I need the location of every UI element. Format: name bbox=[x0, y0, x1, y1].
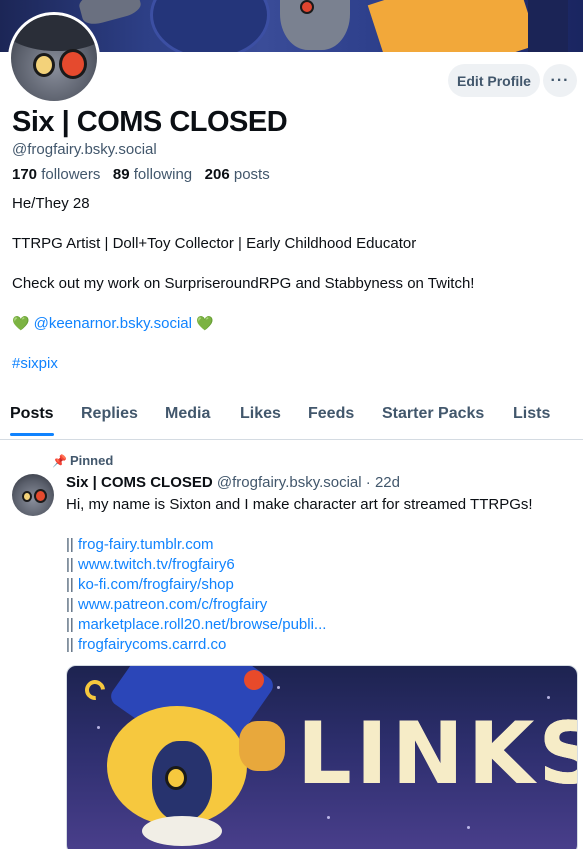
post-link-row: || marketplace.roll20.net/browse/publi..… bbox=[66, 616, 327, 633]
post-link-roll20[interactable]: marketplace.roll20.net/browse/publi... bbox=[78, 616, 326, 633]
pinned-label: 📌 Pinned bbox=[52, 453, 114, 468]
active-tab-indicator bbox=[10, 433, 54, 436]
tab-posts[interactable]: Posts bbox=[10, 405, 54, 423]
green-heart-icon: 💚 bbox=[196, 315, 214, 331]
post-link-twitch[interactable]: www.twitch.tv/frogfairy6 bbox=[78, 556, 235, 573]
post-link-kofi[interactable]: ko-fi.com/frogfairy/shop bbox=[78, 576, 234, 593]
post-link-patreon[interactable]: www.patreon.com/c/frogfairy bbox=[78, 596, 267, 613]
tab-likes[interactable]: Likes bbox=[240, 405, 281, 423]
post-timestamp[interactable]: 22d bbox=[375, 474, 400, 491]
post-image-links-banner[interactable]: LINKS bbox=[66, 665, 578, 849]
bio-line-roles: TTRPG Artist | Doll+Toy Collector | Earl… bbox=[12, 235, 417, 252]
moon-icon bbox=[80, 675, 110, 705]
profile-avatar[interactable] bbox=[8, 12, 100, 104]
tab-replies[interactable]: Replies bbox=[81, 405, 138, 423]
bio-line-pronouns: He/They 28 bbox=[12, 195, 90, 212]
display-name: Six | COMS CLOSED bbox=[12, 106, 288, 138]
following-link[interactable]: 89 following bbox=[113, 166, 192, 183]
followers-link[interactable]: 170 followers bbox=[12, 166, 100, 183]
post-separator: · bbox=[365, 474, 371, 491]
bio-line-twitch: Check out my work on SurpriseroundRPG an… bbox=[12, 275, 475, 292]
post-author-handle[interactable]: @frogfairy.bsky.social bbox=[217, 474, 362, 491]
post-link-row: || frog-fairy.tumblr.com bbox=[66, 536, 214, 553]
green-heart-icon: 💚 bbox=[12, 315, 30, 331]
post-link-row: || www.patreon.com/c/frogfairy bbox=[66, 596, 268, 613]
tab-media[interactable]: Media bbox=[165, 405, 210, 423]
post-link-row: || frogfairycoms.carrd.co bbox=[66, 636, 227, 653]
flower-icon bbox=[244, 670, 264, 690]
edit-profile-button[interactable]: Edit Profile bbox=[448, 64, 540, 97]
post-link-tumblr[interactable]: frog-fairy.tumblr.com bbox=[78, 536, 214, 553]
mention-link[interactable]: @keenarnor.bsky.social bbox=[34, 315, 192, 332]
tab-feeds[interactable]: Feeds bbox=[308, 405, 354, 423]
post-author-name[interactable]: Six | COMS CLOSED bbox=[66, 474, 213, 491]
profile-stats: 170 followers 89 following 206 posts bbox=[12, 166, 270, 183]
more-icon: ··· bbox=[550, 71, 570, 89]
post-header: Six | COMS CLOSED @frogfairy.bsky.social… bbox=[66, 474, 400, 491]
bio-line-mention: 💚 @keenarnor.bsky.social 💚 bbox=[12, 315, 214, 332]
more-options-button[interactable]: ··· bbox=[543, 64, 577, 97]
post-link-row: || ko-fi.com/frogfairy/shop bbox=[66, 576, 234, 593]
pin-icon: 📌 bbox=[52, 454, 67, 468]
posts-count: 206 posts bbox=[204, 166, 270, 183]
profile-handle: @frogfairy.bsky.social bbox=[12, 141, 157, 158]
post-link-carrd[interactable]: frogfairycoms.carrd.co bbox=[78, 636, 226, 653]
profile-tabs: Posts Replies Media Likes Feeds Starter … bbox=[0, 397, 583, 440]
post-author-avatar[interactable] bbox=[12, 474, 54, 516]
image-links-text: LINKS bbox=[297, 704, 578, 804]
tab-lists[interactable]: Lists bbox=[513, 405, 550, 423]
tab-starter-packs[interactable]: Starter Packs bbox=[382, 405, 484, 423]
post-body-text: Hi, my name is Sixton and I make charact… bbox=[66, 496, 533, 513]
hashtag-link[interactable]: #sixpix bbox=[12, 355, 58, 372]
post-link-row: || www.twitch.tv/frogfairy6 bbox=[66, 556, 235, 573]
